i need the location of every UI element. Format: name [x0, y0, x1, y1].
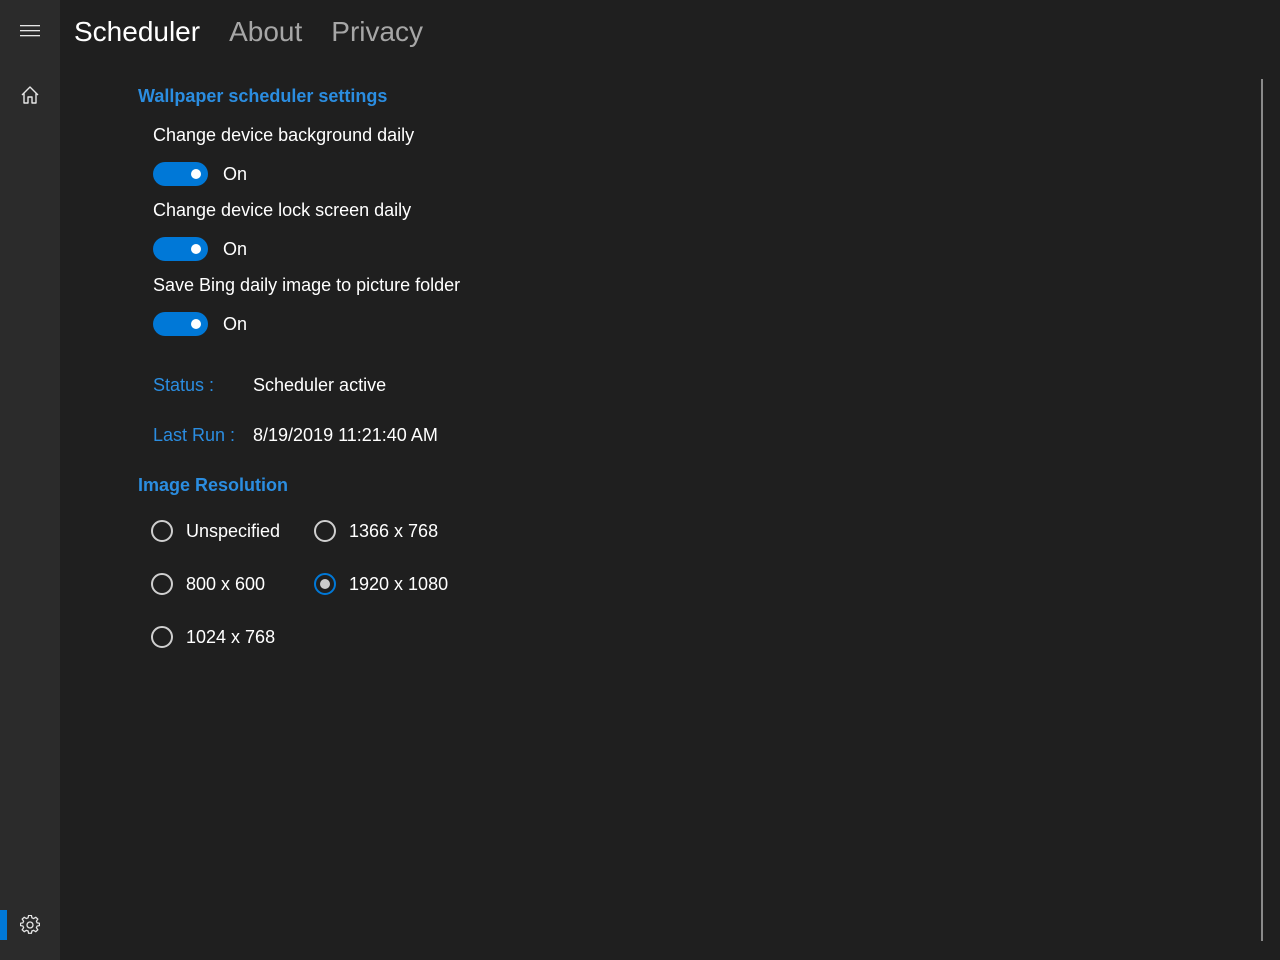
- radio-1920x1080[interactable]: 1920 x 1080: [314, 571, 448, 597]
- change-background-toggle[interactable]: On: [153, 162, 247, 186]
- save-bing-image-toggle[interactable]: On: [153, 312, 247, 336]
- radio-label: 1024 x 768: [186, 626, 276, 647]
- scheduler-content: Wallpaper scheduler settings Change devi…: [0, 0, 1280, 960]
- toggle-switch[interactable]: [153, 312, 208, 336]
- toggle-knob: [191, 244, 201, 254]
- app-window: Scheduler About Privacy Wallpaper schedu…: [0, 0, 1280, 960]
- change-lock-screen-toggle[interactable]: On: [153, 237, 247, 261]
- radio-circle: [314, 573, 336, 595]
- radio-label: Unspecified: [186, 520, 281, 541]
- change-background-label: Change device background daily: [153, 125, 415, 145]
- radio-label: 1366 x 768: [349, 520, 439, 541]
- radio-circle: [151, 573, 173, 595]
- radio-1366x768[interactable]: 1366 x 768: [314, 518, 438, 544]
- wallpaper-settings-header: Wallpaper scheduler settings: [138, 86, 388, 106]
- radio-circle: [151, 520, 173, 542]
- radio-1024x768[interactable]: 1024 x 768: [151, 624, 275, 650]
- radio-unspecified[interactable]: Unspecified: [151, 518, 280, 544]
- toggle-knob: [191, 319, 201, 329]
- change-lock-screen-label: Change device lock screen daily: [153, 200, 412, 220]
- vertical-scrollbar[interactable]: [1261, 79, 1263, 941]
- toggle-state-label: On: [223, 238, 248, 259]
- radio-circle: [151, 626, 173, 648]
- radio-label: 800 x 600: [186, 573, 266, 594]
- toggle-knob: [191, 169, 201, 179]
- save-bing-image-label: Save Bing daily image to picture folder: [153, 275, 461, 295]
- radio-800x600[interactable]: 800 x 600: [151, 571, 265, 597]
- last-run-value: 8/19/2019 11:21:40 AM: [253, 425, 438, 445]
- toggle-switch[interactable]: [153, 237, 208, 261]
- radio-label: 1920 x 1080: [349, 573, 449, 594]
- toggle-switch[interactable]: [153, 162, 208, 186]
- radio-selected-dot: [320, 579, 330, 589]
- toggle-state-label: On: [223, 163, 248, 184]
- radio-circle: [314, 520, 336, 542]
- status-value: Scheduler active: [253, 375, 387, 395]
- image-resolution-header: Image Resolution: [138, 475, 289, 495]
- status-key: Status :: [153, 375, 215, 395]
- toggle-state-label: On: [223, 313, 248, 334]
- last-run-key: Last Run :: [153, 425, 236, 445]
